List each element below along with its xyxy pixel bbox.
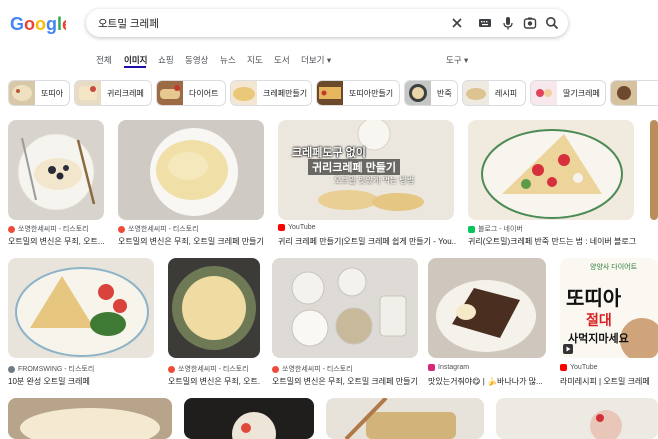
thumbnail-small-text: 양양사 다이어트	[590, 264, 638, 271]
chip-thumbnail	[9, 81, 35, 105]
thumbnail-overlay-title-1: 크레페도구 없이	[292, 147, 366, 159]
result-thumbnail[interactable]	[8, 258, 154, 358]
clear-icon[interactable]	[449, 15, 465, 31]
tab-all[interactable]: 전체	[96, 54, 112, 66]
result-caption[interactable]: 오트밀의 변신은 무죄, 오트밀 크레페 만들기	[272, 376, 418, 387]
youtube-icon	[560, 364, 567, 371]
tab-maps[interactable]: 지도	[247, 54, 263, 66]
image-result[interactable]: 쏘영한세씨피 - 티스토리 오트밀의 변신은 무죄, 오트...	[8, 120, 104, 247]
search-box[interactable]: 오트밀 크레페	[86, 9, 568, 37]
tab-news[interactable]: 뉴스	[220, 54, 236, 66]
tab-images[interactable]: 이미지	[124, 54, 147, 66]
result-thumbnail[interactable]	[650, 120, 658, 220]
chip-strawberry-crepe[interactable]: 딸기크레페	[530, 80, 606, 106]
tab-books[interactable]: 도서	[274, 54, 290, 66]
image-result[interactable]: Instagram 맛있는거줘야😋 | 🍌바나나가 많...	[428, 258, 548, 386]
tistory-icon	[118, 225, 125, 233]
result-caption[interactable]: 오트밀의 변신은 무죄, 오트밀 크레페 만들기	[118, 236, 268, 247]
result-source[interactable]: 쏘영한세씨피 - 티스토리	[8, 224, 89, 234]
result-thumbnail[interactable]	[8, 398, 172, 439]
result-caption[interactable]: 10분 완성 오트밀 크레페	[8, 376, 156, 387]
image-result[interactable]: 블로그 - 네이버 귀리(오트밀)크레페 반죽 만드는 법 : 네이버 블로그	[468, 120, 636, 247]
result-source[interactable]: YouTube	[278, 224, 316, 231]
result-thumbnail[interactable]	[496, 398, 658, 439]
tools-button[interactable]: 도구 ▾	[446, 54, 468, 66]
tistory-icon	[8, 225, 15, 233]
image-result[interactable]: 쏘영한세씨피 - 티스토리 오트밀의 변신은 무죄, 오트밀 크레페 만들기	[118, 120, 268, 247]
chip-batter[interactable]: 반죽	[404, 80, 458, 106]
chip-thumbnail	[611, 81, 637, 105]
microphone-icon[interactable]	[500, 15, 516, 31]
thumbnail-bottom-text: 사먹지마세요	[568, 333, 629, 345]
chip-tortilla-making[interactable]: 또띠아만들기	[316, 80, 400, 106]
chip-diet[interactable]: 다이어트	[156, 80, 226, 106]
thumbnail-overlay-title-2: 귀리크레페 만들기	[308, 159, 401, 175]
thumbnail-red-text: 절대	[586, 312, 612, 328]
result-thumbnail[interactable]	[272, 258, 418, 358]
chip-thumbnail	[531, 81, 557, 105]
search-input[interactable]: 오트밀 크레페	[98, 16, 159, 31]
thumbnail-overlay-subtitle: 오트밀 맛있게 먹는 방법	[334, 176, 415, 185]
result-thumbnail[interactable]	[428, 258, 546, 358]
chip-thumbnail	[75, 81, 101, 105]
tab-more[interactable]: 더보기 ▾	[301, 54, 331, 66]
image-result[interactable]: 양양사 다이어트 또띠아 절대 사먹지마세요 YouTube 라미레시피 | 오…	[560, 258, 658, 386]
keyboard-icon[interactable]	[477, 15, 493, 31]
result-source[interactable]: FROMSWING - 티스토리	[8, 364, 94, 374]
site-icon	[8, 365, 15, 373]
chip-thumbnail	[317, 81, 343, 105]
chip-recipe[interactable]: 레시피	[462, 80, 526, 106]
result-caption[interactable]: 귀리(오트밀)크레페 반죽 만드는 법 : 네이버 블로그	[468, 236, 636, 247]
result-source[interactable]: Instagram	[428, 364, 469, 371]
play-icon	[563, 344, 573, 354]
result-source[interactable]: 쏘영한세씨피 - 티스토리	[272, 364, 353, 374]
search-icon[interactable]	[544, 15, 560, 31]
lens-icon[interactable]	[522, 15, 538, 31]
chip-oat-crepe[interactable]: 귀리크레페	[74, 80, 152, 106]
active-tab-indicator	[124, 66, 146, 68]
result-source[interactable]: 쏘영한세씨피 - 티스토리	[168, 364, 249, 374]
image-result[interactable]: 쏘영한세씨피 - 티스토리 오트밀의 변신은 무죄, 오트밀 크레페 만들기	[272, 258, 418, 386]
result-caption[interactable]: 오트밀의 변신은 무죄, 오트...	[8, 236, 104, 247]
result-caption[interactable]: 라미레시피 | 오트밀 크레페	[560, 376, 658, 387]
chip-tortilla[interactable]: 또띠아	[8, 80, 70, 106]
result-thumbnail[interactable]	[8, 120, 104, 220]
result-source[interactable]: YouTube	[560, 364, 598, 371]
image-result[interactable]: 크레페도구 없이 귀리크레페 만들기 오트밀 맛있게 먹는 방법 YouTube…	[278, 120, 456, 247]
result-caption[interactable]: 오트밀의 변신은 무죄, 오트...	[168, 376, 260, 387]
result-source[interactable]: 블로그 - 네이버	[468, 224, 523, 234]
chip-thumbnail	[463, 81, 489, 105]
result-thumbnail[interactable]	[468, 120, 634, 220]
tab-videos[interactable]: 동영상	[185, 54, 208, 66]
chip-thumbnail	[405, 81, 431, 105]
result-thumbnail[interactable]	[326, 398, 484, 439]
thumbnail-big-text: 또띠아	[566, 288, 622, 310]
result-thumbnail[interactable]	[118, 120, 264, 220]
naver-icon	[468, 225, 475, 233]
instagram-icon	[428, 364, 435, 371]
result-caption[interactable]: 맛있는거줘야😋 | 🍌바나나가 많...	[428, 376, 548, 387]
chip-partial[interactable]	[610, 80, 658, 106]
tistory-icon	[168, 365, 175, 373]
result-source[interactable]: 쏘영한세씨피 - 티스토리	[118, 224, 199, 234]
svg-text:Google: Google	[10, 14, 66, 34]
chip-thumbnail	[231, 81, 257, 105]
tab-shopping[interactable]: 쇼핑	[158, 54, 174, 66]
tistory-icon	[272, 365, 279, 373]
youtube-icon	[278, 224, 285, 231]
result-thumbnail[interactable]	[184, 398, 314, 439]
result-thumbnail[interactable]	[168, 258, 260, 358]
chip-thumbnail	[157, 81, 183, 105]
chip-crepe-making[interactable]: 크레페만들기	[230, 80, 312, 106]
google-logo[interactable]: Google	[10, 13, 66, 35]
image-result[interactable]	[650, 120, 658, 245]
result-caption[interactable]: 귀리 크레페 만들기|오트밀 크레페 쉽게 만들기 - You...	[278, 236, 456, 247]
image-result[interactable]: FROMSWING - 티스토리 10분 완성 오트밀 크레페	[8, 258, 156, 386]
image-result[interactable]: 쏘영한세씨피 - 티스토리 오트밀의 변신은 무죄, 오트...	[168, 258, 260, 386]
